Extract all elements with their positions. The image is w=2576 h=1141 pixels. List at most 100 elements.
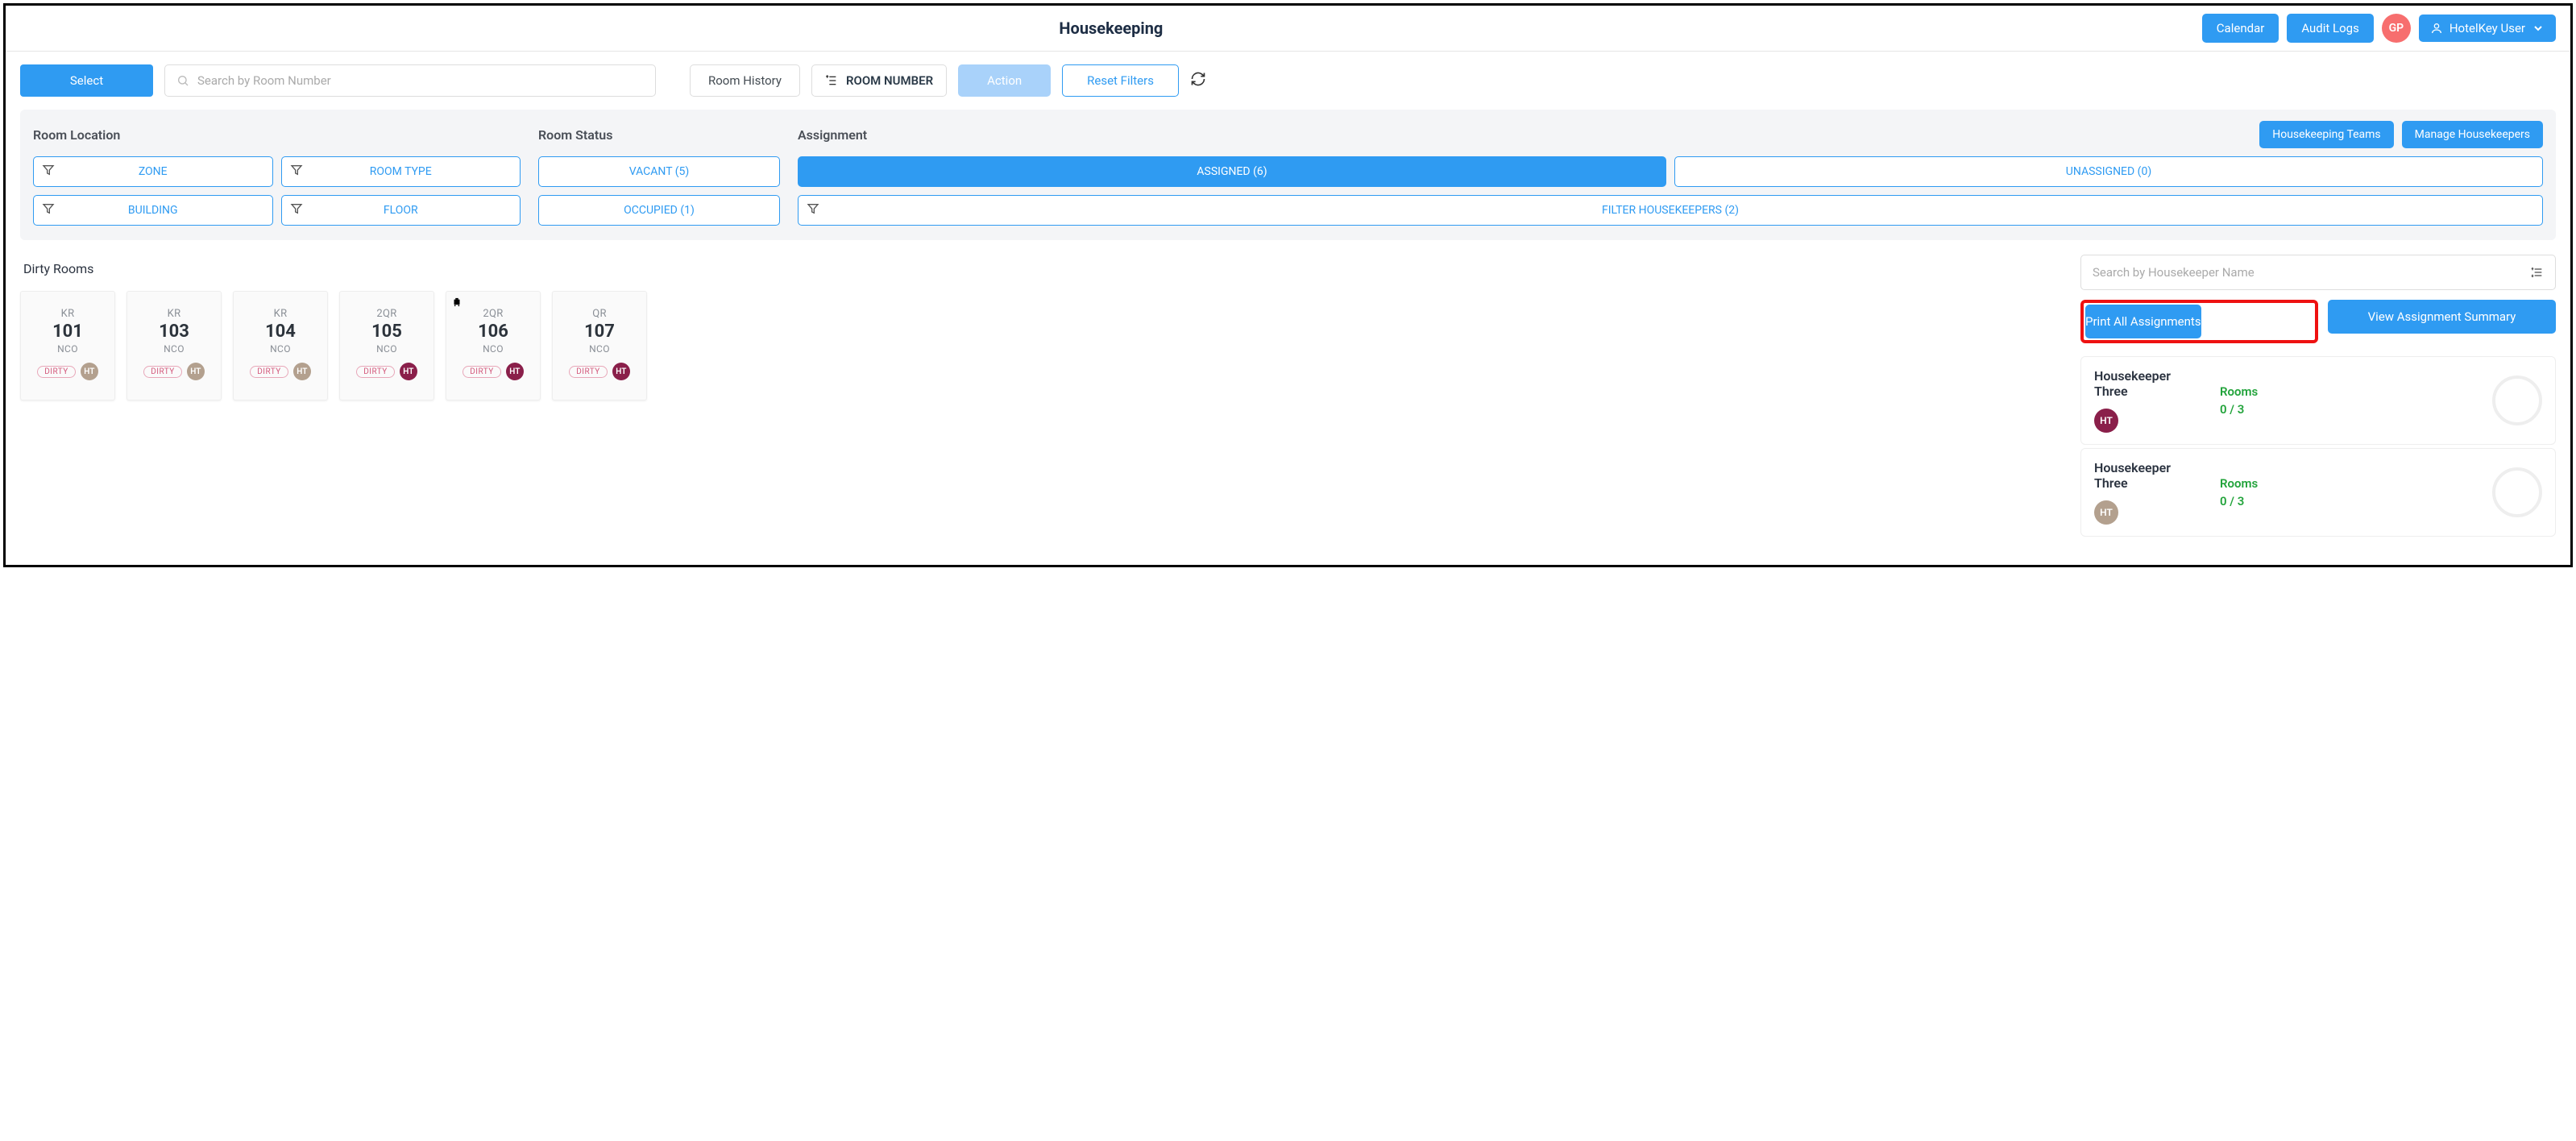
reset-filters-button[interactable]: Reset Filters [1062,64,1179,97]
rooms-label: Rooms [2220,476,2479,491]
room-type: 2QR [376,308,396,320]
search-icon [176,74,189,87]
housekeeper-avatar: HT [2094,500,2118,525]
dirty-badge: DIRTY [569,366,608,378]
dirty-badge: DIRTY [250,366,288,378]
housekeeper-card[interactable]: Housekeeper ThreeHTRooms0 / 3 [2080,448,2556,537]
room-type: KR [274,308,288,320]
unassigned-filter[interactable]: UNASSIGNED (0) [1674,156,2543,187]
housekeeper-card[interactable]: Housekeeper Three HT Rooms 0 / 3 [2080,356,2556,445]
chevron-down-icon [2532,22,2545,35]
print-highlight: Print All Assignments [2080,300,2318,343]
funnel-icon [42,164,55,180]
dirty-badge: DIRTY [356,366,395,378]
room-card[interactable]: KR 104NCO DIRTY HT [233,291,328,400]
housekeeping-teams-button[interactable]: Housekeeping Teams [2259,121,2393,148]
housekeeper-badge: HT [187,363,205,380]
refresh-button[interactable] [1190,71,1206,90]
refresh-icon [1190,71,1206,87]
room-card[interactable]: 2QR 105NCO DIRTY HT [339,291,434,400]
avatar[interactable]: GP [2382,14,2411,43]
room-card[interactable]: 2QR106NCODIRTYHT [446,291,541,400]
unassigned-label: UNASSIGNED (0) [2066,165,2151,178]
view-assignment-summary-button[interactable]: View Assignment Summary [2328,300,2556,334]
rooms-count: 0 / 3 [2220,494,2479,508]
calendar-button[interactable]: Calendar [2202,14,2279,43]
funnel-icon [42,202,55,218]
user-label: HotelKey User [2449,21,2525,35]
manage-housekeepers-button[interactable]: Manage Housekeepers [2402,121,2543,148]
room-search-input[interactable] [197,73,644,88]
roomtype-filter[interactable]: ROOM TYPE [281,156,521,187]
progress-ring [2492,467,2542,517]
room-type: 2QR [483,308,503,320]
room-number: 101 [52,322,83,342]
room-history-button[interactable]: Room History [690,64,800,97]
rooms-label: Rooms [2220,384,2479,399]
room-nco: NCO [483,343,504,355]
room-card[interactable]: KR 101NCO DIRTY HT [20,291,115,400]
room-number: 104 [265,322,296,342]
room-nco: NCO [270,343,291,355]
housekeeper-badge: HT [612,363,630,380]
dirty-badge: DIRTY [37,366,76,378]
audit-logs-button[interactable]: Audit Logs [2287,14,2374,43]
room-number: 107 [584,322,615,342]
housekeeper-badge: HT [293,363,311,380]
print-all-assignments-button[interactable]: Print All Assignments [2085,305,2201,338]
housekeeper-badge: HT [400,363,417,380]
assignment-title: Assignment [798,127,867,143]
room-type: KR [61,308,75,320]
room-status-title: Room Status [538,127,612,143]
room-number: 103 [159,322,189,342]
room-number: 105 [371,322,402,342]
room-nco: NCO [376,343,397,355]
progress-ring [2492,375,2542,425]
building-filter[interactable]: BUILDING [33,195,273,226]
dirty-badge: DIRTY [143,366,182,378]
occupied-filter[interactable]: OCCUPIED (1) [538,195,780,226]
vacant-filter[interactable]: VACANT (5) [538,156,780,187]
vacant-label: VACANT (5) [629,165,690,178]
sort-icon [825,74,838,87]
funnel-icon [290,202,303,218]
funnel-icon [290,164,303,180]
rooms-count: 0 / 3 [2220,402,2479,417]
room-nco: NCO [164,343,185,355]
housekeeper-search-box[interactable] [2080,255,2556,290]
room-nco: NCO [589,343,610,355]
housekeeper-avatar: HT [2094,409,2118,433]
zone-label: ZONE [139,165,168,178]
luggage-icon [451,295,463,310]
assigned-label: ASSIGNED (6) [1197,165,1267,178]
room-location-title: Room Location [33,127,120,143]
room-search-box[interactable] [164,64,656,97]
action-button: Action [958,64,1051,97]
filter-housekeepers[interactable]: FILTER HOUSEKEEPERS (2) [798,195,2543,226]
sort-label: ROOM NUMBER [846,73,933,88]
sort-button[interactable]: ROOM NUMBER [811,64,947,97]
room-nco: NCO [57,343,78,355]
housekeeper-name: Housekeeper Three [2094,368,2207,399]
room-type: KR [168,308,181,320]
housekeeper-badge: HT [81,363,98,380]
sort-list-icon[interactable] [2531,266,2544,279]
housekeeper-search-input[interactable] [2093,265,2523,280]
select-button[interactable]: Select [20,64,153,97]
filter-housekeepers-label: FILTER HOUSEKEEPERS (2) [1602,204,1739,217]
floor-filter[interactable]: FLOOR [281,195,521,226]
room-type: QR [592,308,607,320]
dirty-rooms-title: Dirty Rooms [23,261,2063,276]
zone-filter[interactable]: ZONE [33,156,273,187]
page-title: Housekeeping [20,19,2202,38]
room-card[interactable]: KR 103NCO DIRTY HT [127,291,222,400]
assigned-filter[interactable]: ASSIGNED (6) [798,156,1666,187]
funnel-icon [807,202,819,218]
dirty-badge: DIRTY [463,366,501,378]
occupied-label: OCCUPIED (1) [624,204,695,217]
floor-label: FLOOR [384,204,418,217]
room-card[interactable]: QR 107NCO DIRTY HT [552,291,647,400]
roomtype-label: ROOM TYPE [370,165,432,178]
user-icon [2430,22,2443,35]
user-menu[interactable]: HotelKey User [2419,15,2556,42]
